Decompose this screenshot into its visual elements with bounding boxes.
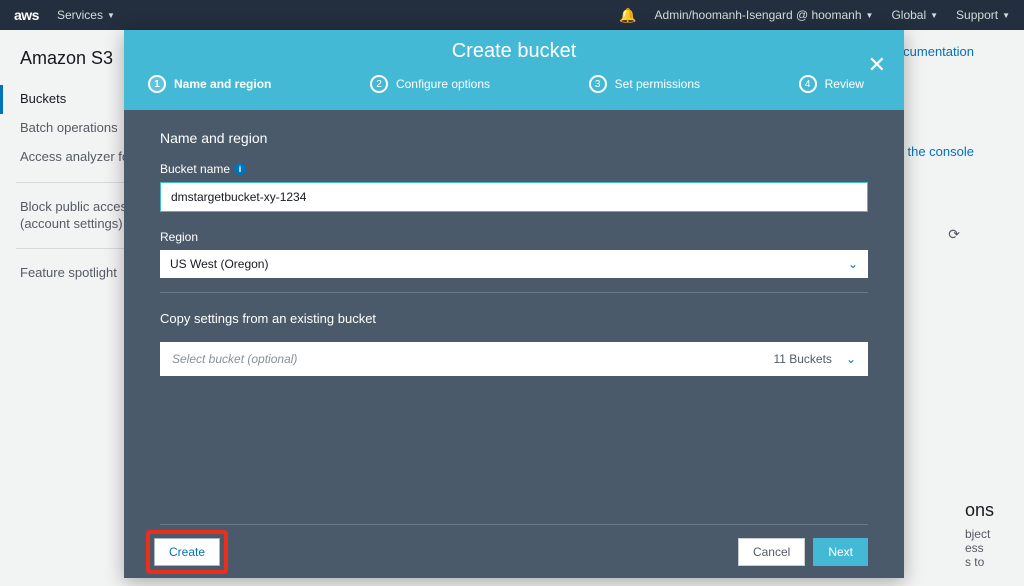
step-name-region[interactable]: 1 Name and region — [148, 75, 271, 93]
account-menu[interactable]: Admin/hoomanh-Isengard @ hoomanh ▼ — [655, 8, 874, 22]
step-label: Name and region — [174, 77, 271, 91]
aws-logo[interactable]: aws — [14, 7, 39, 23]
services-menu[interactable]: Services ▼ — [57, 8, 115, 22]
spotlight-label: Feature spotlight — [20, 265, 117, 280]
section-heading: Name and region — [160, 130, 868, 146]
create-button[interactable]: Create — [154, 538, 220, 566]
step-permissions[interactable]: 3 Set permissions — [589, 75, 700, 93]
bucket-name-label: Bucket name i — [160, 162, 868, 176]
info-icon[interactable]: i — [234, 163, 246, 175]
modal-footer: Create Cancel Next — [160, 524, 868, 578]
chevron-down-icon: ⌄ — [848, 257, 858, 271]
next-button[interactable]: Next — [813, 538, 868, 566]
top-nav: aws Services ▼ 🔔 Admin/hoomanh-Isengard … — [0, 0, 1024, 30]
caret-down-icon: ▼ — [866, 11, 874, 20]
region-select[interactable]: US West (Oregon) ⌄ — [160, 250, 868, 278]
region-label: Global — [891, 8, 926, 22]
region-menu[interactable]: Global ▼ — [891, 8, 938, 22]
copy-placeholder: Select bucket (optional) — [172, 352, 297, 366]
services-label: Services — [57, 8, 103, 22]
step-number: 4 — [799, 75, 817, 93]
create-highlight: Create — [146, 530, 228, 574]
step-label: Configure options — [396, 77, 490, 91]
account-label: Admin/hoomanh-Isengard @ hoomanh — [655, 8, 862, 22]
step-number: 3 — [589, 75, 607, 93]
close-icon[interactable]: ✕ — [868, 52, 886, 78]
bucket-name-input[interactable] — [160, 182, 868, 212]
step-configure[interactable]: 2 Configure options — [370, 75, 490, 93]
refresh-icon[interactable]: ⟳ — [948, 226, 960, 243]
bucket-count: 11 Buckets — [773, 352, 831, 366]
modal-body: Name and region Bucket name i Region US … — [124, 110, 904, 524]
cancel-button[interactable]: Cancel — [738, 538, 805, 566]
step-number: 2 — [370, 75, 388, 93]
modal-title: Create bucket — [124, 30, 904, 63]
copy-heading: Copy settings from an existing bucket — [160, 311, 868, 326]
modal-header: Create bucket ✕ 1 Name and region 2 Conf… — [124, 30, 904, 110]
caret-down-icon: ▼ — [930, 11, 938, 20]
support-label: Support — [956, 8, 998, 22]
step-label: Set permissions — [615, 77, 700, 91]
step-label: Review — [825, 77, 864, 91]
support-menu[interactable]: Support ▼ — [956, 8, 1010, 22]
step-review[interactable]: 4 Review — [799, 75, 864, 93]
wizard-steps: 1 Name and region 2 Configure options 3 … — [124, 63, 904, 93]
caret-down-icon: ▼ — [107, 11, 115, 20]
create-bucket-modal: Create bucket ✕ 1 Name and region 2 Conf… — [124, 30, 904, 578]
console-link[interactable]: r the console — [900, 144, 974, 159]
step-number: 1 — [148, 75, 166, 93]
notifications-icon[interactable]: 🔔 — [619, 7, 636, 24]
region-label: Region — [160, 230, 868, 244]
chevron-down-icon: ⌄ — [846, 352, 856, 366]
bg-permissions-text: ons bject ess s to — [965, 500, 994, 569]
copy-bucket-select[interactable]: Select bucket (optional) 11 Buckets ⌄ — [160, 342, 868, 376]
region-value: US West (Oregon) — [170, 257, 268, 271]
caret-down-icon: ▼ — [1002, 11, 1010, 20]
divider — [160, 292, 868, 293]
